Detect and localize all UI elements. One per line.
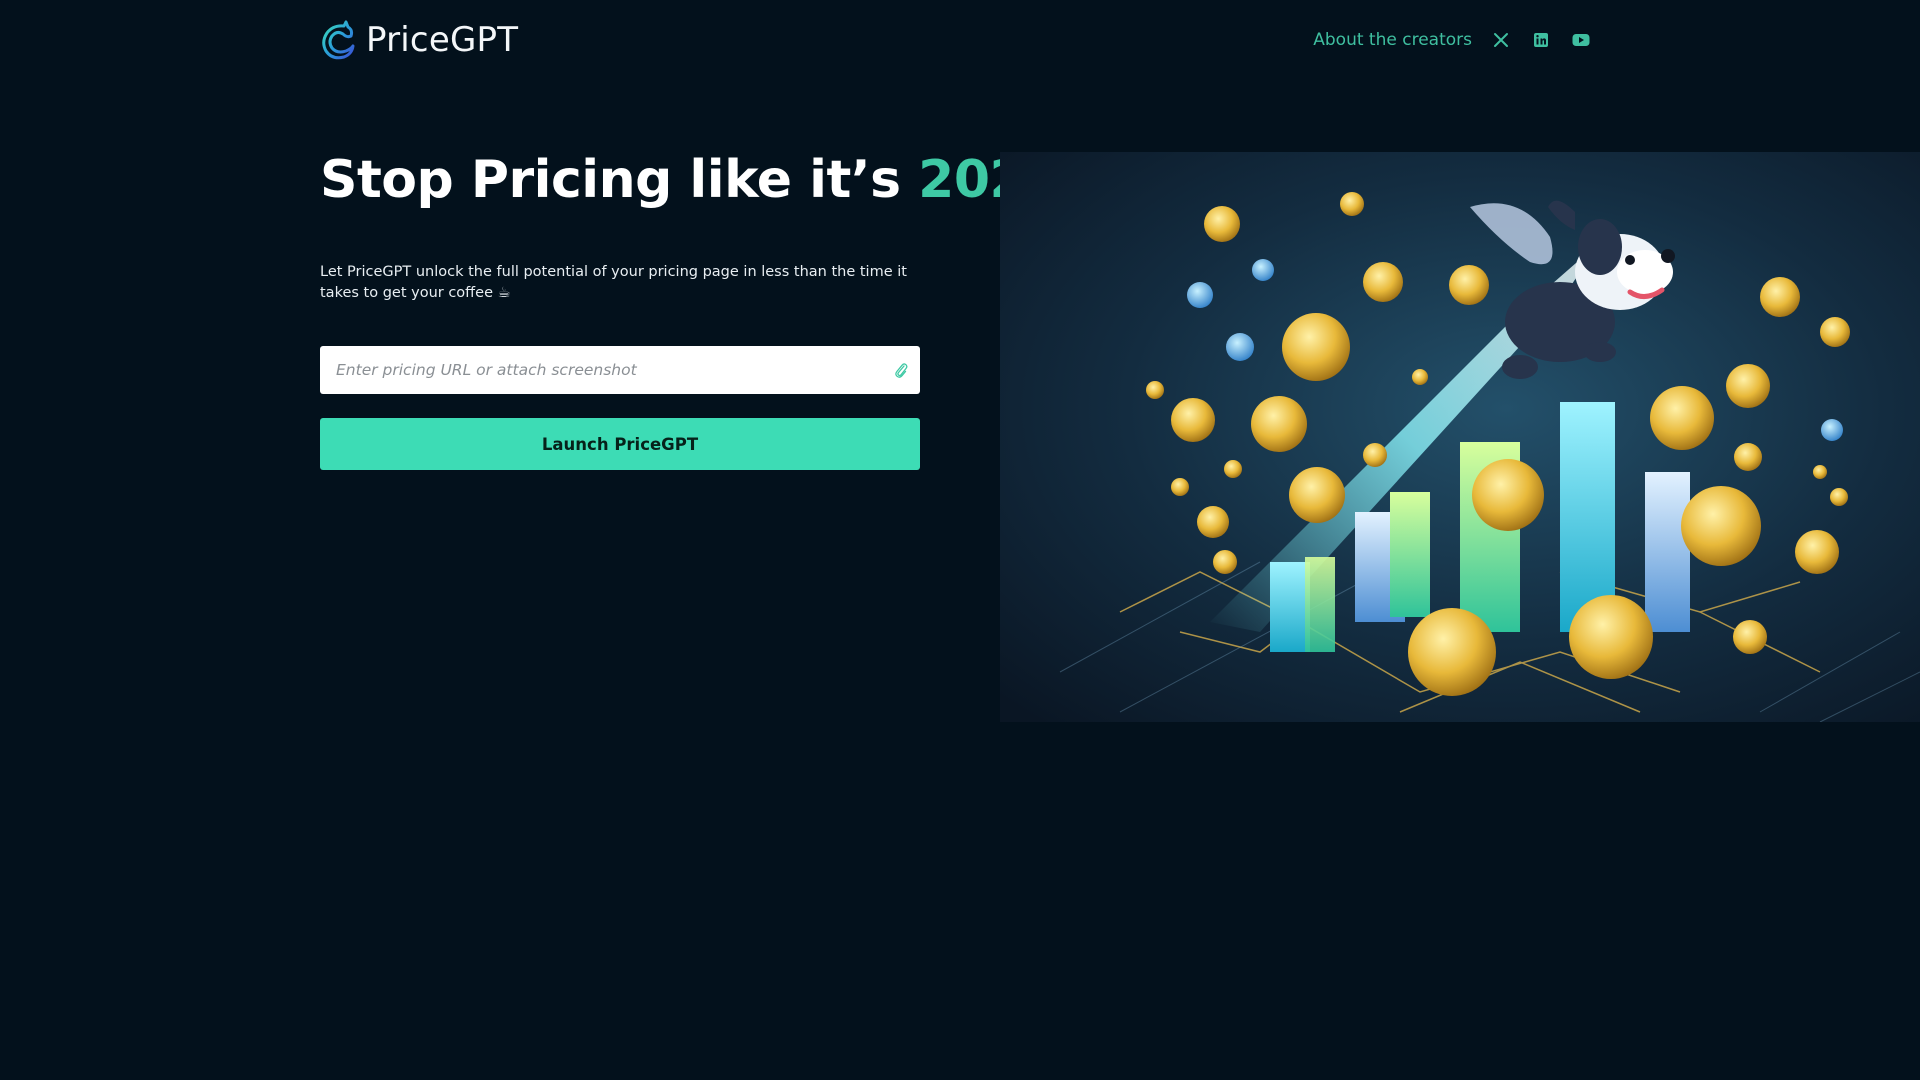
launch-button[interactable]: Launch PriceGPT [320,418,920,470]
title-prefix: Stop Pricing like it’s [320,150,919,210]
paperclip-icon[interactable] [888,358,914,382]
pricing-url-input[interactable] [320,346,920,394]
brand-logo-icon [322,20,355,60]
youtube-icon[interactable] [1570,29,1592,51]
brand-name: PriceGPT [366,20,519,60]
about-creators-link[interactable]: About the creators [1313,30,1472,50]
hero-subtitle: Let PriceGPT unlock the full potential o… [320,264,907,301]
x-icon[interactable] [1490,29,1512,51]
linkedin-icon[interactable] [1530,29,1552,51]
hero-illustration [1000,152,1920,722]
header-nav: About the creators [1313,29,1592,51]
hero-title: Stop Pricing like it’s 2021 [320,150,1061,210]
site-header: PriceGPT About the creators [320,0,1592,80]
url-input-wrapper [320,346,920,394]
brand[interactable]: PriceGPT [320,20,518,60]
